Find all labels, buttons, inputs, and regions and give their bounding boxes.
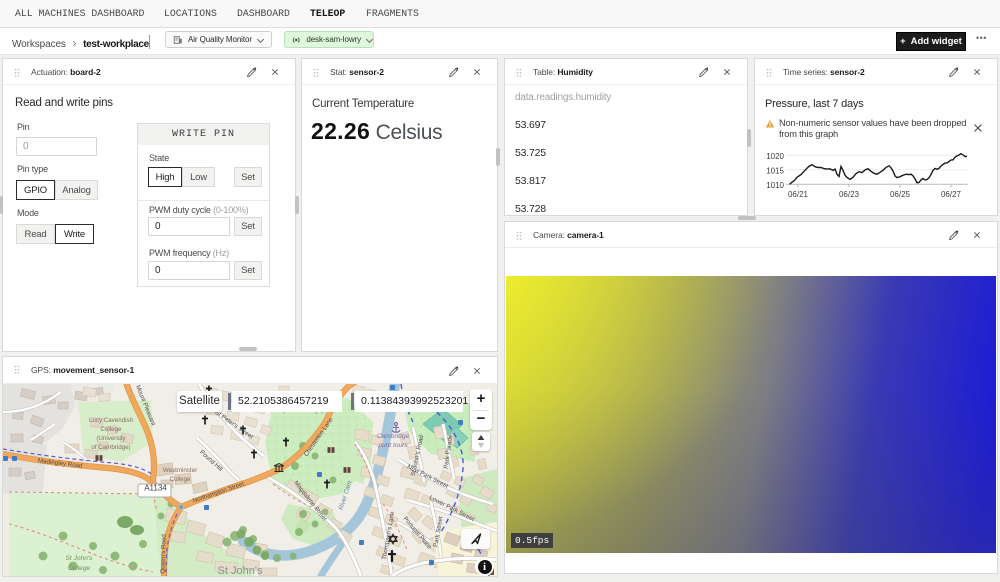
svg-text:06/21: 06/21	[788, 190, 809, 199]
svg-text:1020: 1020	[766, 152, 784, 161]
svg-text:College: College	[101, 426, 123, 433]
svg-text:St John's: St John's	[218, 565, 263, 576]
svg-text:St John's: St John's	[66, 555, 94, 562]
svg-text:06/27: 06/27	[941, 190, 962, 199]
svg-text:punt tours: punt tours	[377, 442, 408, 449]
svg-text:(University: (University	[96, 435, 126, 442]
svg-text:06/25: 06/25	[890, 190, 911, 199]
svg-text:06/23: 06/23	[839, 190, 860, 199]
svg-text:Queen's Road: Queen's Road	[159, 534, 167, 574]
svg-text:of Cambridge): of Cambridge)	[91, 444, 130, 451]
svg-text:A1134: A1134	[144, 484, 167, 493]
svg-text:College: College	[68, 565, 91, 572]
svg-text:1015: 1015	[766, 166, 784, 175]
svg-text:Cambridge: Cambridge	[377, 433, 410, 440]
svg-text:1010: 1010	[766, 181, 784, 190]
svg-text:College: College	[170, 476, 192, 483]
svg-text:Lucy Cavendish: Lucy Cavendish	[89, 417, 134, 424]
svg-text:Westminster: Westminster	[163, 467, 197, 474]
